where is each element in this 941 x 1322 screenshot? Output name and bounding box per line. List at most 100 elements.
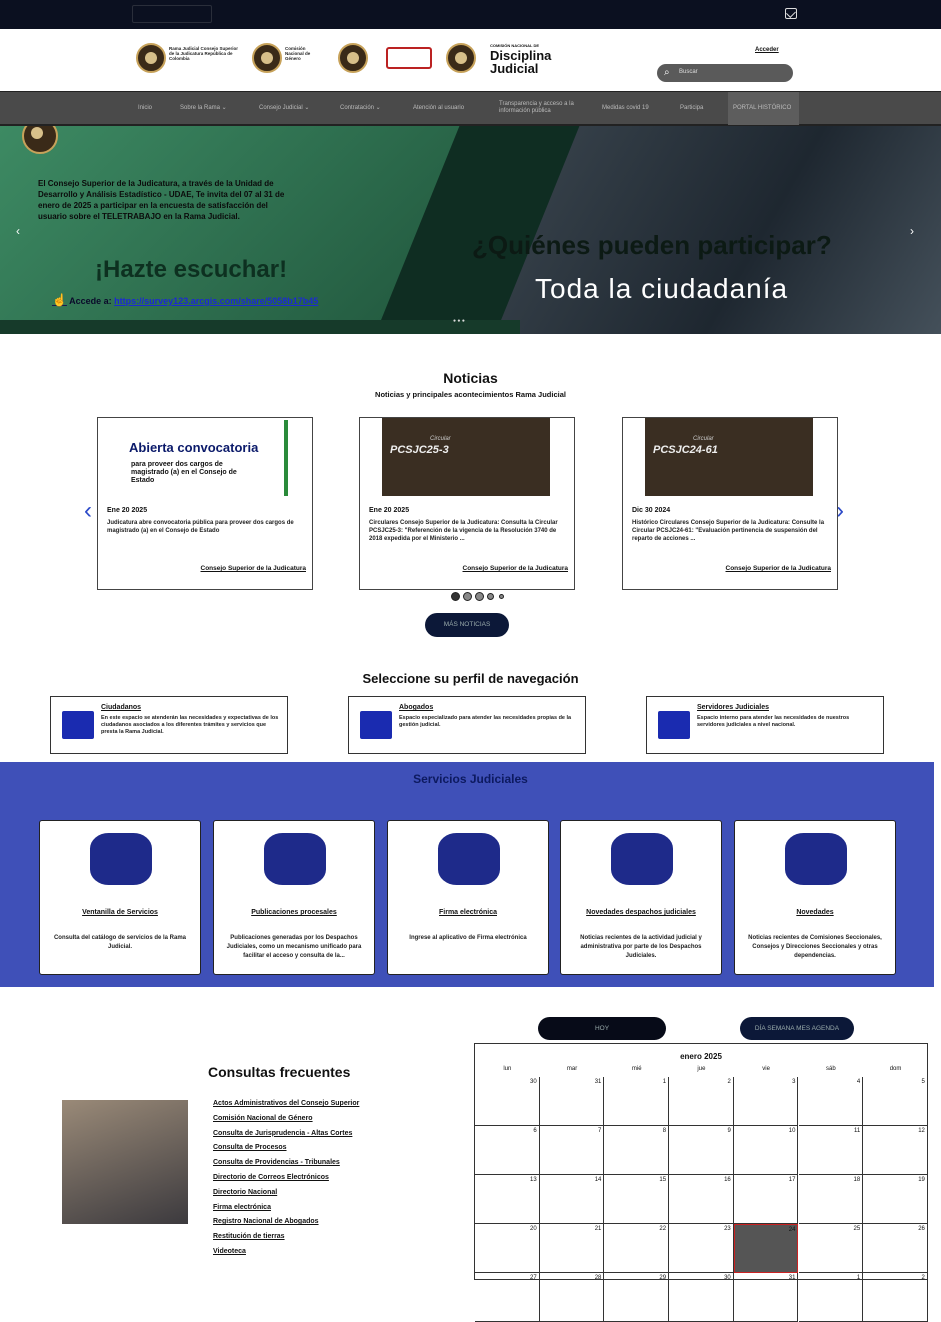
faq-link[interactable]: Comisión Nacional de Género [213,1115,313,1122]
service-title[interactable]: Ventanilla de Servicios [40,909,200,916]
calendar-day-cell[interactable]: 2 [863,1273,928,1322]
calendar-day-cell[interactable]: 31 [733,1273,799,1322]
calendar-day-cell[interactable]: 15 [604,1175,670,1224]
news-source-link[interactable]: Consejo Superior de la Judicatura [201,565,306,572]
nav-item-consejo-judicial[interactable]: Consejo Judicial ⌄ [259,105,309,112]
calendar-day-cell[interactable]: 27 [475,1273,540,1322]
profile-card-servidores[interactable]: Servidores Judiciales Espacio interno pa… [646,696,884,754]
service-card-novedades[interactable]: Novedades Noticias recientes de Comision… [734,820,896,975]
red-institution-logo[interactable] [386,47,432,69]
gov-logo[interactable] [132,5,212,23]
service-title[interactable]: Firma electrónica [388,909,548,916]
calendar-day-cell[interactable]: 30 [475,1077,540,1126]
login-link[interactable]: Acceder [755,47,779,53]
nav-item-atencion-usuario[interactable]: Atención al usuario [413,105,464,112]
faq-link[interactable]: Firma electrónica [213,1204,271,1211]
calendar-day-cell[interactable]: 30 [669,1273,734,1322]
faq-link[interactable]: Restitución de tierras [213,1233,285,1240]
calendar-day-cell[interactable]: 1 [798,1273,864,1322]
nav-item-sobre-la-rama[interactable]: Sobre la Rama ⌄ [180,105,227,112]
profile-title[interactable]: Ciudadanos [101,704,141,711]
disciplina-seal-logo[interactable] [446,43,476,73]
profile-card-ciudadanos[interactable]: Ciudadanos En este espacio se atenderán … [50,696,288,754]
news-prev-arrow-icon[interactable]: ‹ [84,497,92,525]
calendar-day-cell[interactable]: 8 [604,1126,670,1175]
news-source-link[interactable]: Consejo Superior de la Judicatura [463,565,568,572]
news-carousel-dot[interactable] [487,593,494,600]
news-card[interactable]: Circular PCSJC25-3 Ene 20 2025 Circulare… [359,417,575,590]
calendar-day-cell[interactable]: 14 [539,1175,605,1224]
calendar-day-cell[interactable]: 26 [863,1224,928,1273]
faq-link[interactable]: Consulta de Providencias - Tribunales [213,1159,340,1166]
hero-next-arrow-icon[interactable]: › [910,224,914,238]
service-card-publicaciones[interactable]: Publicaciones procesales Publicaciones g… [213,820,375,975]
calendar-day-cell[interactable]: 28 [539,1273,605,1322]
calendar-day-cell[interactable]: 20 [475,1224,540,1273]
calendar-day-cell[interactable]: 16 [669,1175,734,1224]
news-source-link[interactable]: Consejo Superior de la Judicatura [726,565,831,572]
calendar-day-cell[interactable]: 21 [539,1224,605,1273]
calendar-day-cell[interactable]: 1 [604,1077,670,1126]
calendar-day-cell[interactable]: 3 [733,1077,799,1126]
search-input[interactable]: ⌕ Buscar [657,64,793,82]
nav-item-covid[interactable]: Medidas covid 19 [602,105,649,112]
service-title[interactable]: Novedades despachos judiciales [561,909,721,916]
news-carousel-dot[interactable] [475,592,484,601]
hero-carousel[interactable]: El Consejo Superior de la Judicatura, a … [0,126,941,334]
hero-prev-arrow-icon[interactable]: ‹ [16,224,20,238]
calendar-day-cell[interactable]: 12 [863,1126,928,1175]
news-card[interactable]: Abierta convocatoria para proveer dos ca… [97,417,313,590]
calendar-day-cell[interactable]: 6 [475,1126,540,1175]
nav-item-participa[interactable]: Participa [680,105,703,112]
calendar-day-cell[interactable]: 17 [733,1175,799,1224]
news-carousel-dot[interactable] [499,594,504,599]
calendar-day-cell[interactable]: 2 [669,1077,734,1126]
genero-seal-logo[interactable] [252,43,282,73]
calendar-day-cell[interactable]: 7 [539,1126,605,1175]
hero-indicator-dots[interactable]: ● ● ● [453,318,465,324]
calendar-day-cell[interactable]: 10 [733,1126,799,1175]
calendar-day-cell[interactable]: 25 [798,1224,864,1273]
calendar-day-cell[interactable]: 4 [798,1077,864,1126]
calendar-day-cell[interactable]: 24 [733,1224,799,1273]
profile-title[interactable]: Abogados [399,704,433,711]
nav-item-contratacion[interactable]: Contratación ⌄ [340,105,381,112]
service-card-firma[interactable]: Firma electrónica Ingrese al aplicativo … [387,820,549,975]
nav-item-portal-historico[interactable]: PORTAL HISTÓRICO [733,105,791,112]
faq-link[interactable]: Videoteca [213,1248,246,1255]
more-news-button[interactable]: MÁS NOTICIAS [425,613,509,637]
service-title[interactable]: Novedades [735,909,895,916]
profile-title[interactable]: Servidores Judiciales [697,704,769,711]
faq-link[interactable]: Consulta de Procesos [213,1144,287,1151]
service-card-ventanilla[interactable]: Ventanilla de Servicios Consulta del cat… [39,820,201,975]
calendar-today-button[interactable]: HOY [538,1017,666,1040]
news-carousel-dot[interactable] [463,592,472,601]
faq-link[interactable]: Consulta de Jurisprudencia - Altas Corte… [213,1130,352,1137]
calendar-day-cell[interactable]: 13 [475,1175,540,1224]
calendar-day-cell[interactable]: 18 [798,1175,864,1224]
calendar-day-cell[interactable]: 22 [604,1224,670,1273]
calendar-day-cell[interactable]: 23 [669,1224,734,1273]
calendar-views-button[interactable]: DÍA SEMANA MES AGENDA [740,1017,854,1040]
calendar-day-cell[interactable]: 29 [604,1273,670,1322]
faq-link[interactable]: Actos Administrativos del Consejo Superi… [213,1100,359,1107]
service-card-novedades-despachos[interactable]: Novedades despachos judiciales Noticias … [560,820,722,975]
faq-link[interactable]: Registro Nacional de Abogados [213,1218,319,1225]
hero-survey-link[interactable]: https://survey123.arcgis.com/share/5058b… [114,296,318,306]
calendar-day-cell[interactable]: 11 [798,1126,864,1175]
faq-link[interactable]: Directorio de Correos Electrónicos [213,1174,329,1181]
service-title[interactable]: Publicaciones procesales [214,909,374,916]
calendar-day-cell[interactable]: 5 [863,1077,928,1126]
disciplina-judicial-logo[interactable]: Disciplina Judicial [490,49,551,75]
calendar-day-cell[interactable]: 19 [863,1175,928,1224]
seal-logo-3[interactable] [338,43,368,73]
mail-icon[interactable] [785,8,797,19]
rama-judicial-seal-logo[interactable] [136,43,166,73]
nav-item-inicio[interactable]: Inicio [138,105,152,112]
news-card[interactable]: Circular PCSJC24-61 Dic 30 2024 Históric… [622,417,838,590]
faq-link[interactable]: Directorio Nacional [213,1189,277,1196]
nav-item-transparencia[interactable]: Transparencia y acceso a la información … [499,101,583,115]
calendar-day-cell[interactable]: 31 [539,1077,605,1126]
profile-card-abogados[interactable]: Abogados Espacio especializado para aten… [348,696,586,754]
news-carousel-dot[interactable] [451,592,460,601]
